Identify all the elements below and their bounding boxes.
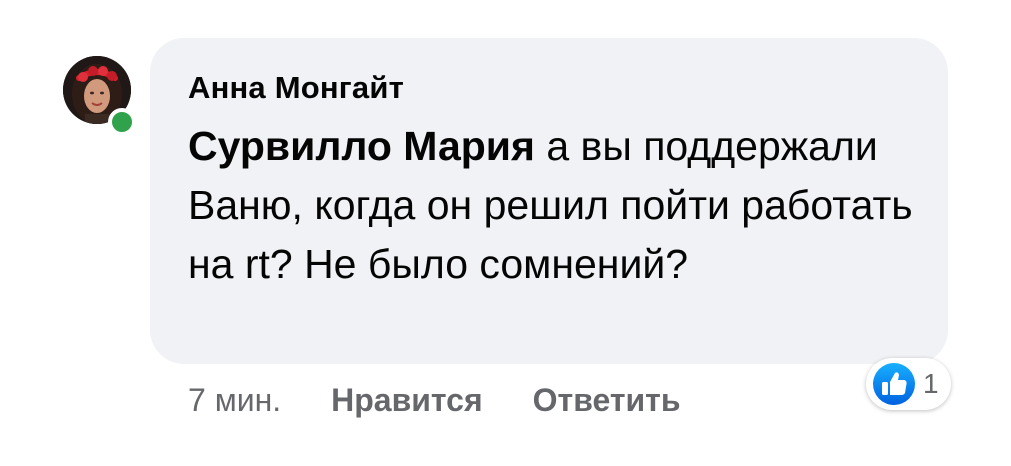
like-button[interactable]: Нравится: [331, 382, 483, 419]
reaction-summary[interactable]: 1: [866, 358, 951, 410]
comment-bubble: Анна Монгайт Сурвилло Мария а вы поддерж…: [150, 38, 948, 364]
comment-mention[interactable]: Сурвилло Мария: [188, 123, 535, 169]
thumbs-up-icon: [873, 363, 915, 405]
comment-author[interactable]: Анна Монгайт: [188, 68, 908, 108]
comment-timestamp[interactable]: 7 мин.: [188, 382, 281, 419]
comment-text: Сурвилло Мария а вы поддержали Ваню, ког…: [188, 117, 928, 294]
comment-actions: 7 мин. Нравится Ответить: [188, 376, 731, 424]
reaction-count: 1: [923, 368, 939, 399]
reply-button[interactable]: Ответить: [533, 382, 681, 419]
online-status-dot: [108, 108, 136, 136]
